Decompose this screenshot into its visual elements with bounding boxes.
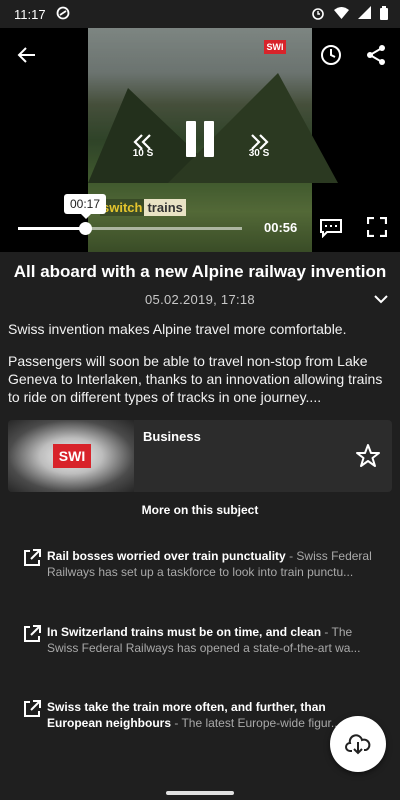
article-title: All aboard with a new Alpine railway inv… [13,262,387,281]
video-brand-overlay: switch trains [100,198,186,216]
rewind-button[interactable]: 10 S [128,128,158,164]
swi-logo: SWI [53,444,91,468]
pause-button[interactable] [182,118,218,160]
fullscreen-icon [367,217,387,237]
alarm-icon [311,6,325,23]
arrow-left-icon [17,47,35,63]
history-button[interactable] [316,40,346,70]
related-item-title: In Switzerland trains must be on time, a… [47,625,322,639]
video-duration: 00:56 [264,220,298,235]
app-notification-icon [56,6,70,23]
summary-body: Passengers will soon be able to travel n… [8,353,383,405]
video-player[interactable]: SWI switch trains 10 S 30 S 00:17 00:56 [0,28,400,252]
download-button[interactable] [330,716,386,772]
chevron-down-icon [374,295,388,304]
seek-bar[interactable] [18,222,242,235]
wifi-icon [334,6,349,22]
star-outline-icon [356,444,380,467]
related-heading: More on this subject [141,503,259,517]
seek-bar-progress [18,227,86,230]
signal-icon [358,6,371,22]
external-link-icon [24,700,41,717]
current-time-tooltip: 00:17 [64,194,106,219]
subtitles-button[interactable] [318,216,344,240]
clock-icon [321,45,341,65]
status-bar: 11:17 [0,0,400,28]
forward-label: 30 S [248,147,270,159]
brand-text-1: switch [100,198,145,216]
back-button[interactable] [12,40,42,70]
summary-lead: Swiss invention makes Alpine travel more… [8,321,347,337]
pause-icon [186,121,196,157]
article-summary: Swiss invention makes Alpine travel more… [8,320,392,420]
status-time: 11:17 [14,6,46,22]
favorite-button[interactable] [354,442,382,470]
category-card[interactable]: SWI Business [8,420,392,492]
home-indicator[interactable] [166,791,234,795]
fullscreen-button[interactable] [364,214,390,240]
share-icon [367,45,385,65]
video-watermark-logo: SWI [264,40,286,54]
external-link-icon [24,549,41,566]
closed-captions-icon [320,219,342,238]
forward-button[interactable]: 30 S [244,128,274,164]
cloud-download-icon [345,734,371,755]
category-thumbnail: SWI [8,420,134,492]
expand-button[interactable] [372,290,390,308]
related-item-desc: - The latest Europe-wide figur... [171,716,341,730]
article-date: 05.02.2019, 17:18 [145,292,255,307]
category-name: Business [143,429,201,444]
rewind-label: 10 S [132,147,154,159]
share-button[interactable] [360,40,392,70]
external-link-icon [24,625,41,642]
related-item-title: Rail bosses worried over train punctuali… [47,549,286,563]
brand-text-2: trains [144,198,186,216]
battery-icon [380,5,388,23]
